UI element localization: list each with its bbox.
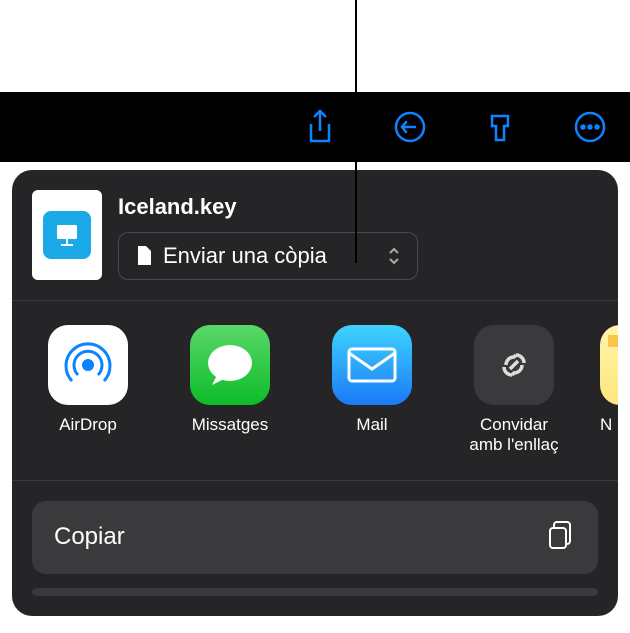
- brush-icon: [484, 110, 516, 144]
- app-mail[interactable]: Mail: [316, 325, 428, 456]
- document-icon: [135, 245, 153, 267]
- more-icon: [573, 110, 607, 144]
- notes-icon: [600, 325, 618, 405]
- more-button[interactable]: [570, 107, 610, 147]
- app-label-notes: N: [600, 415, 618, 435]
- messages-icon: [190, 325, 270, 405]
- app-label-messages: Missatges: [192, 415, 269, 435]
- file-info: Iceland.key Enviar una còpia: [12, 190, 618, 300]
- callout-line: [355, 0, 357, 263]
- app-airdrop[interactable]: AirDrop: [32, 325, 144, 456]
- app-label-mail: Mail: [356, 415, 387, 435]
- file-name: Iceland.key: [118, 194, 598, 220]
- share-icon: [305, 109, 335, 145]
- brush-button[interactable]: [480, 107, 520, 147]
- app-messages[interactable]: Missatges: [174, 325, 286, 456]
- copy-icon: [544, 519, 576, 556]
- share-sheet: Iceland.key Enviar una còpia Air: [12, 170, 618, 616]
- next-action-partial[interactable]: [32, 588, 598, 596]
- undo-icon: [393, 110, 427, 144]
- airdrop-icon: [48, 325, 128, 405]
- send-copy-dropdown[interactable]: Enviar una còpia: [118, 232, 418, 280]
- action-list: Copiar: [12, 481, 618, 616]
- file-thumbnail: [32, 190, 102, 280]
- copy-action[interactable]: Copiar: [32, 501, 598, 574]
- undo-button[interactable]: [390, 107, 430, 147]
- send-copy-label: Enviar una còpia: [163, 243, 327, 269]
- app-notes[interactable]: N: [600, 325, 618, 456]
- share-apps-row: AirDrop Missatges Mail: [12, 300, 618, 481]
- chevron-up-down-icon: [387, 246, 401, 266]
- keynote-app-icon: [43, 211, 91, 259]
- share-button[interactable]: [300, 107, 340, 147]
- link-icon: [474, 325, 554, 405]
- copy-label: Copiar: [54, 523, 125, 551]
- app-label-invite: Convidar amb l'enllaç: [469, 415, 558, 456]
- toolbar: [0, 92, 630, 162]
- app-label-airdrop: AirDrop: [59, 415, 117, 435]
- app-invite-link[interactable]: Convidar amb l'enllaç: [458, 325, 570, 456]
- mail-icon: [332, 325, 412, 405]
- popover-arrow: [302, 170, 330, 172]
